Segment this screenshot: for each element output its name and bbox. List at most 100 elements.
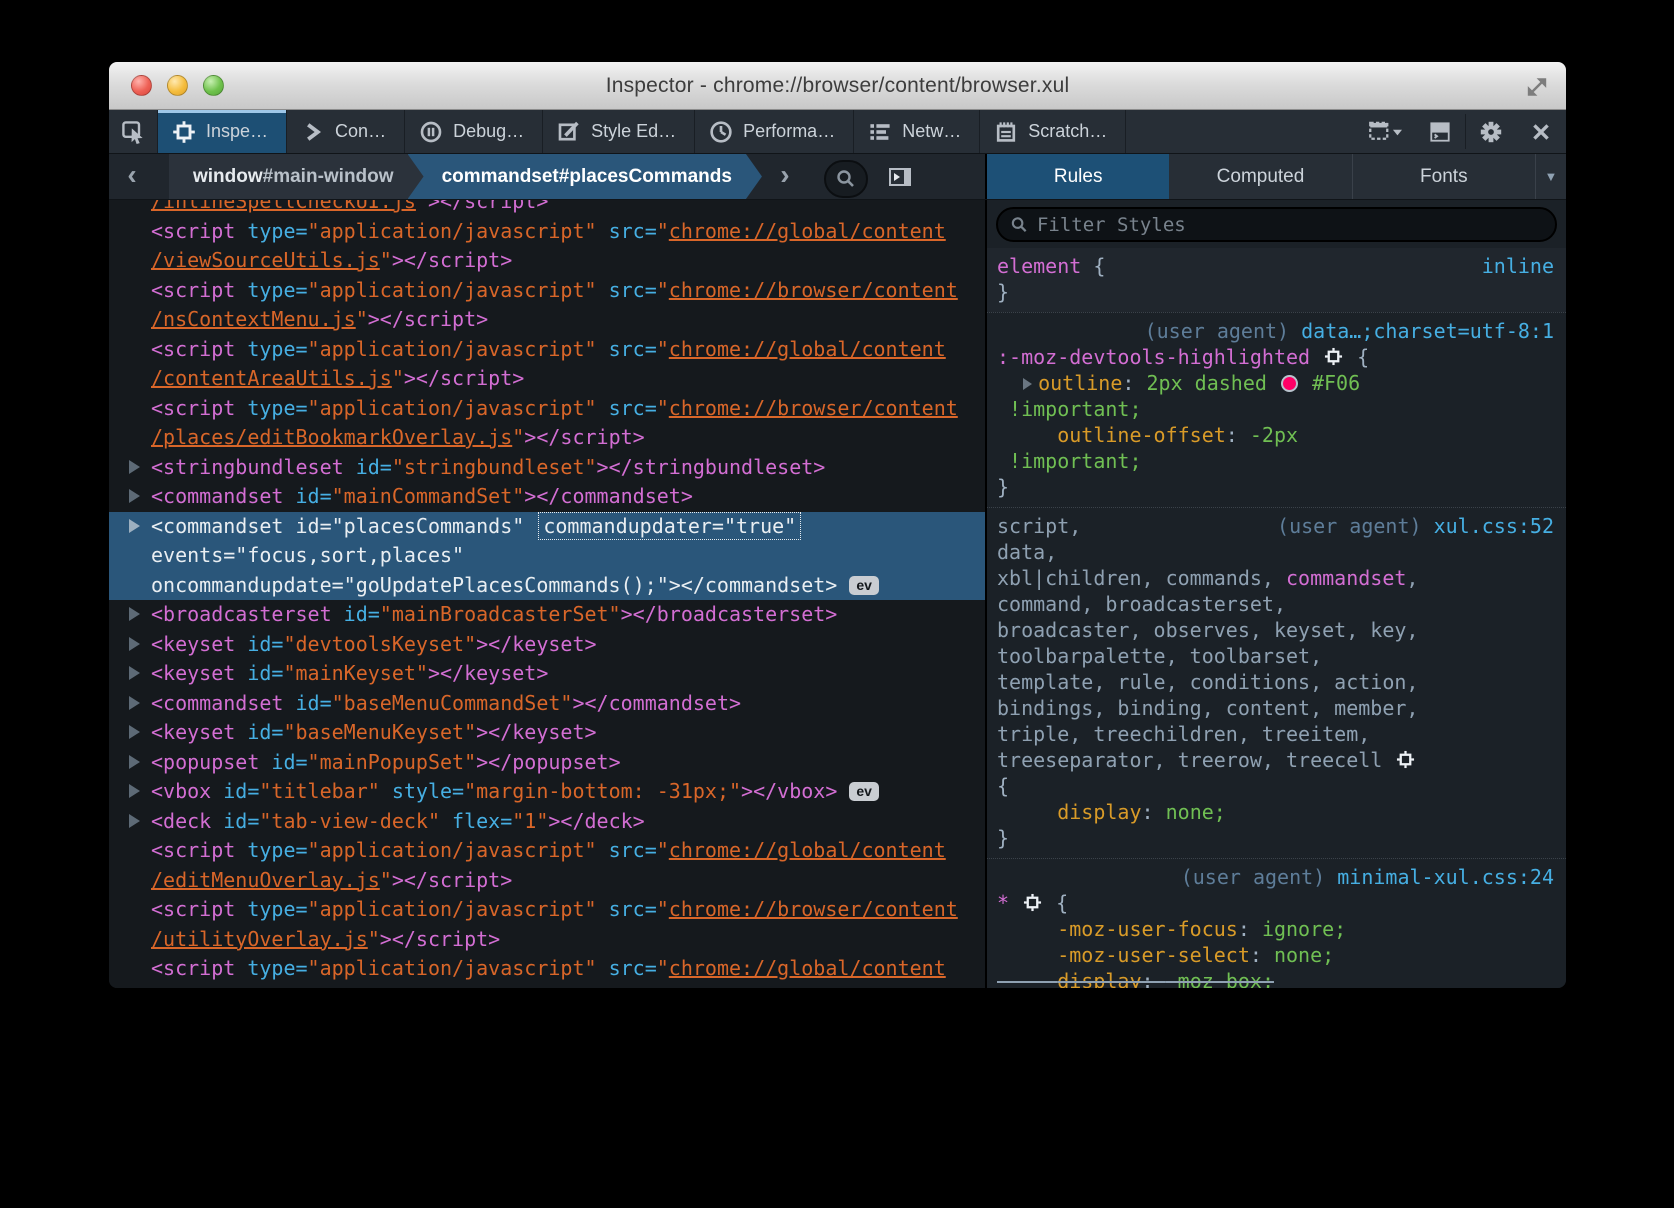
markup-node-row[interactable]: /contentAreaUtils.js"></script> bbox=[109, 364, 985, 394]
markup-node-row[interactable]: <keyset id="baseMenuKeyset"></keyset> bbox=[109, 718, 985, 748]
breadcrumb-item-commandset[interactable]: commandset#placesCommands bbox=[408, 154, 762, 199]
tab-network[interactable]: Netw… bbox=[854, 110, 980, 153]
window-titlebar[interactable]: Inspector - chrome://browser/content/bro… bbox=[109, 62, 1566, 110]
resize-icon[interactable] bbox=[1524, 74, 1550, 100]
expand-node-arrow[interactable] bbox=[129, 696, 140, 710]
markup-node-row[interactable]: <deck id="tab-view-deck" flex="1"></deck… bbox=[109, 807, 985, 837]
markup-node-row[interactable]: <script type="application/javascript" sr… bbox=[109, 895, 985, 925]
css-rule-line: (user agent) xul.css:52script, bbox=[997, 513, 1556, 539]
markup-node-row[interactable]: <script type="application/javascript" sr… bbox=[109, 394, 985, 424]
markup-node-row[interactable]: /viewSourceUtils.js"></script> bbox=[109, 246, 985, 276]
filter-styles-box[interactable] bbox=[996, 207, 1557, 242]
event-badge[interactable]: ev bbox=[849, 576, 879, 595]
css-rule-line: outline: 2px dashed #F06 bbox=[997, 370, 1556, 396]
markup-node-row-selected[interactable]: <commandset id="placesCommands" commandu… bbox=[109, 512, 985, 601]
markup-node-row[interactable]: <broadcasterset id="mainBroadcasterSet">… bbox=[109, 600, 985, 630]
expand-node-arrow[interactable] bbox=[129, 460, 140, 474]
highlighter-icon[interactable] bbox=[1021, 891, 1044, 915]
markup-view[interactable]: /inlineSpellCheckUI.js"></script><script… bbox=[109, 200, 985, 988]
search-icon bbox=[1010, 215, 1029, 235]
expand-sidebar-button[interactable] bbox=[886, 154, 914, 199]
sidebar-tab-rules[interactable]: Rules bbox=[987, 154, 1169, 199]
markup-node-row[interactable]: <script type="application/javascript" sr… bbox=[109, 335, 985, 365]
tab-performance[interactable]: Performa… bbox=[695, 110, 854, 153]
expand-declaration-arrow[interactable] bbox=[1023, 378, 1032, 390]
rules-panel[interactable]: inlineelement {}(user agent) data…;chars… bbox=[987, 200, 1566, 988]
sidebar-tab-fonts[interactable]: Fonts bbox=[1353, 154, 1536, 199]
pick-element-button[interactable] bbox=[109, 110, 158, 153]
tab-console[interactable]: Con… bbox=[287, 110, 405, 153]
devtools-toolbar: Inspe…Con…Debug…Style Ed…Performa…Netw…S… bbox=[109, 110, 1566, 154]
markup-node-row[interactable]: /macWindowMenu.js"></script> bbox=[109, 984, 985, 989]
settings-button[interactable] bbox=[1466, 110, 1516, 153]
markup-node-row[interactable]: <commandset id="mainCommandSet"></comman… bbox=[109, 482, 985, 512]
css-rule-line: -moz-user-focus: ignore; bbox=[997, 916, 1556, 942]
filter-styles-input[interactable] bbox=[1037, 214, 1543, 236]
css-rule-line: triple, treechildren, treeitem, bbox=[997, 721, 1556, 747]
css-rule[interactable]: (user agent) data…;charset=utf-8:1:-moz-… bbox=[987, 312, 1566, 507]
markup-node-row[interactable]: <commandset id="placesCommands" commandu… bbox=[109, 512, 985, 542]
breadcrumb-back-button[interactable]: ‹ bbox=[109, 154, 155, 199]
css-rule-line: treeseparator, treerow, treecell bbox=[997, 747, 1556, 773]
tab-styleeditor[interactable]: Style Ed… bbox=[543, 110, 695, 153]
expand-node-arrow[interactable] bbox=[129, 755, 140, 769]
highlighted-attribute[interactable]: commandupdater="true" bbox=[538, 512, 801, 540]
markup-node-row[interactable]: events="focus,sort,places" bbox=[109, 541, 985, 571]
filter-styles-container bbox=[987, 200, 1566, 248]
markup-node-row[interactable]: <script type="application/javascript" sr… bbox=[109, 836, 985, 866]
highlighter-icon[interactable] bbox=[1322, 345, 1345, 369]
markup-node-row[interactable]: <vbox id="titlebar" style="margin-bottom… bbox=[109, 777, 985, 807]
stylesheet-link[interactable]: xul.css:52 bbox=[1434, 514, 1554, 538]
search-nodes-button[interactable] bbox=[824, 160, 868, 198]
markup-node-row[interactable]: <script type="application/javascript" sr… bbox=[109, 954, 985, 984]
close-window-button[interactable] bbox=[131, 75, 152, 96]
markup-node-row[interactable]: <commandset id="baseMenuCommandSet"></co… bbox=[109, 689, 985, 719]
expand-node-arrow[interactable] bbox=[129, 725, 140, 739]
css-rule[interactable]: (user agent) xul.css:52script,data,xbl|c… bbox=[987, 507, 1566, 858]
event-badge[interactable]: ev bbox=[849, 782, 879, 801]
markup-node-row[interactable]: <popupset id="mainPopupSet"></popupset> bbox=[109, 748, 985, 778]
markup-node-row[interactable]: <script type="application/javascript" sr… bbox=[109, 217, 985, 247]
css-rule-line: } bbox=[997, 279, 1556, 305]
css-rule-line: !important; bbox=[997, 448, 1556, 474]
css-rule-line: display: -moz-box; bbox=[997, 968, 1556, 988]
tab-debugger[interactable]: Debug… bbox=[405, 110, 543, 153]
expand-node-arrow[interactable] bbox=[129, 814, 140, 828]
zoom-window-button[interactable] bbox=[203, 75, 224, 96]
color-swatch[interactable] bbox=[1281, 375, 1298, 392]
main-content: /inlineSpellCheckUI.js"></script><script… bbox=[109, 200, 1566, 988]
expand-node-arrow[interactable] bbox=[129, 637, 140, 651]
markup-node-row[interactable]: /places/editBookmarkOverlay.js"></script… bbox=[109, 423, 985, 453]
markup-node-row[interactable]: <script type="application/javascript" sr… bbox=[109, 276, 985, 306]
markup-node-row[interactable]: <keyset id="devtoolsKeyset"></keyset> bbox=[109, 630, 985, 660]
expand-node-arrow[interactable] bbox=[129, 607, 140, 621]
highlighter-icon[interactable] bbox=[1394, 748, 1417, 772]
expand-node-arrow[interactable] bbox=[129, 519, 140, 533]
css-rule[interactable]: (user agent) minimal-xul.css:24* { -moz-… bbox=[987, 858, 1566, 988]
stylesheet-link[interactable]: minimal-xul.css:24 bbox=[1337, 865, 1554, 889]
sidebar-tabs-dropdown[interactable]: ▼ bbox=[1536, 154, 1566, 199]
breadcrumb-item-window[interactable]: window#main-window bbox=[169, 154, 424, 199]
expand-node-arrow[interactable] bbox=[129, 666, 140, 680]
markup-node-row[interactable]: <keyset id="mainKeyset"></keyset> bbox=[109, 659, 985, 689]
css-rule[interactable]: inlineelement {} bbox=[987, 248, 1566, 312]
tab-inspector[interactable]: Inspe… bbox=[158, 110, 287, 153]
stylesheet-link[interactable]: data…;charset=utf-8:1 bbox=[1301, 319, 1554, 343]
markup-node-row[interactable]: /editMenuOverlay.js"></script> bbox=[109, 866, 985, 896]
breadcrumb-forward-button[interactable]: › bbox=[762, 154, 808, 199]
markup-node-row[interactable]: oncommandupdate="goUpdatePlacesCommands(… bbox=[109, 571, 985, 601]
split-console-button[interactable] bbox=[1415, 110, 1465, 153]
markup-node-row[interactable]: /nsContextMenu.js"></script> bbox=[109, 305, 985, 335]
css-rule-line: broadcaster, observes, keyset, key, bbox=[997, 617, 1556, 643]
tab-scratchpad[interactable]: Scratch… bbox=[980, 110, 1126, 153]
frame-select-button[interactable] bbox=[1355, 110, 1415, 153]
expand-node-arrow[interactable] bbox=[129, 489, 140, 503]
minimize-window-button[interactable] bbox=[167, 75, 188, 96]
sidebar-tab-computed[interactable]: Computed bbox=[1169, 154, 1352, 199]
markup-node-row[interactable]: /utilityOverlay.js"></script> bbox=[109, 925, 985, 955]
close-devtools-button[interactable] bbox=[1516, 110, 1566, 153]
markup-node-row[interactable]: /inlineSpellCheckUI.js"></script> bbox=[109, 200, 985, 217]
expand-node-arrow[interactable] bbox=[129, 784, 140, 798]
markup-node-row[interactable]: <stringbundleset id="stringbundleset"></… bbox=[109, 453, 985, 483]
stylesheet-link[interactable]: inline bbox=[1482, 254, 1554, 278]
